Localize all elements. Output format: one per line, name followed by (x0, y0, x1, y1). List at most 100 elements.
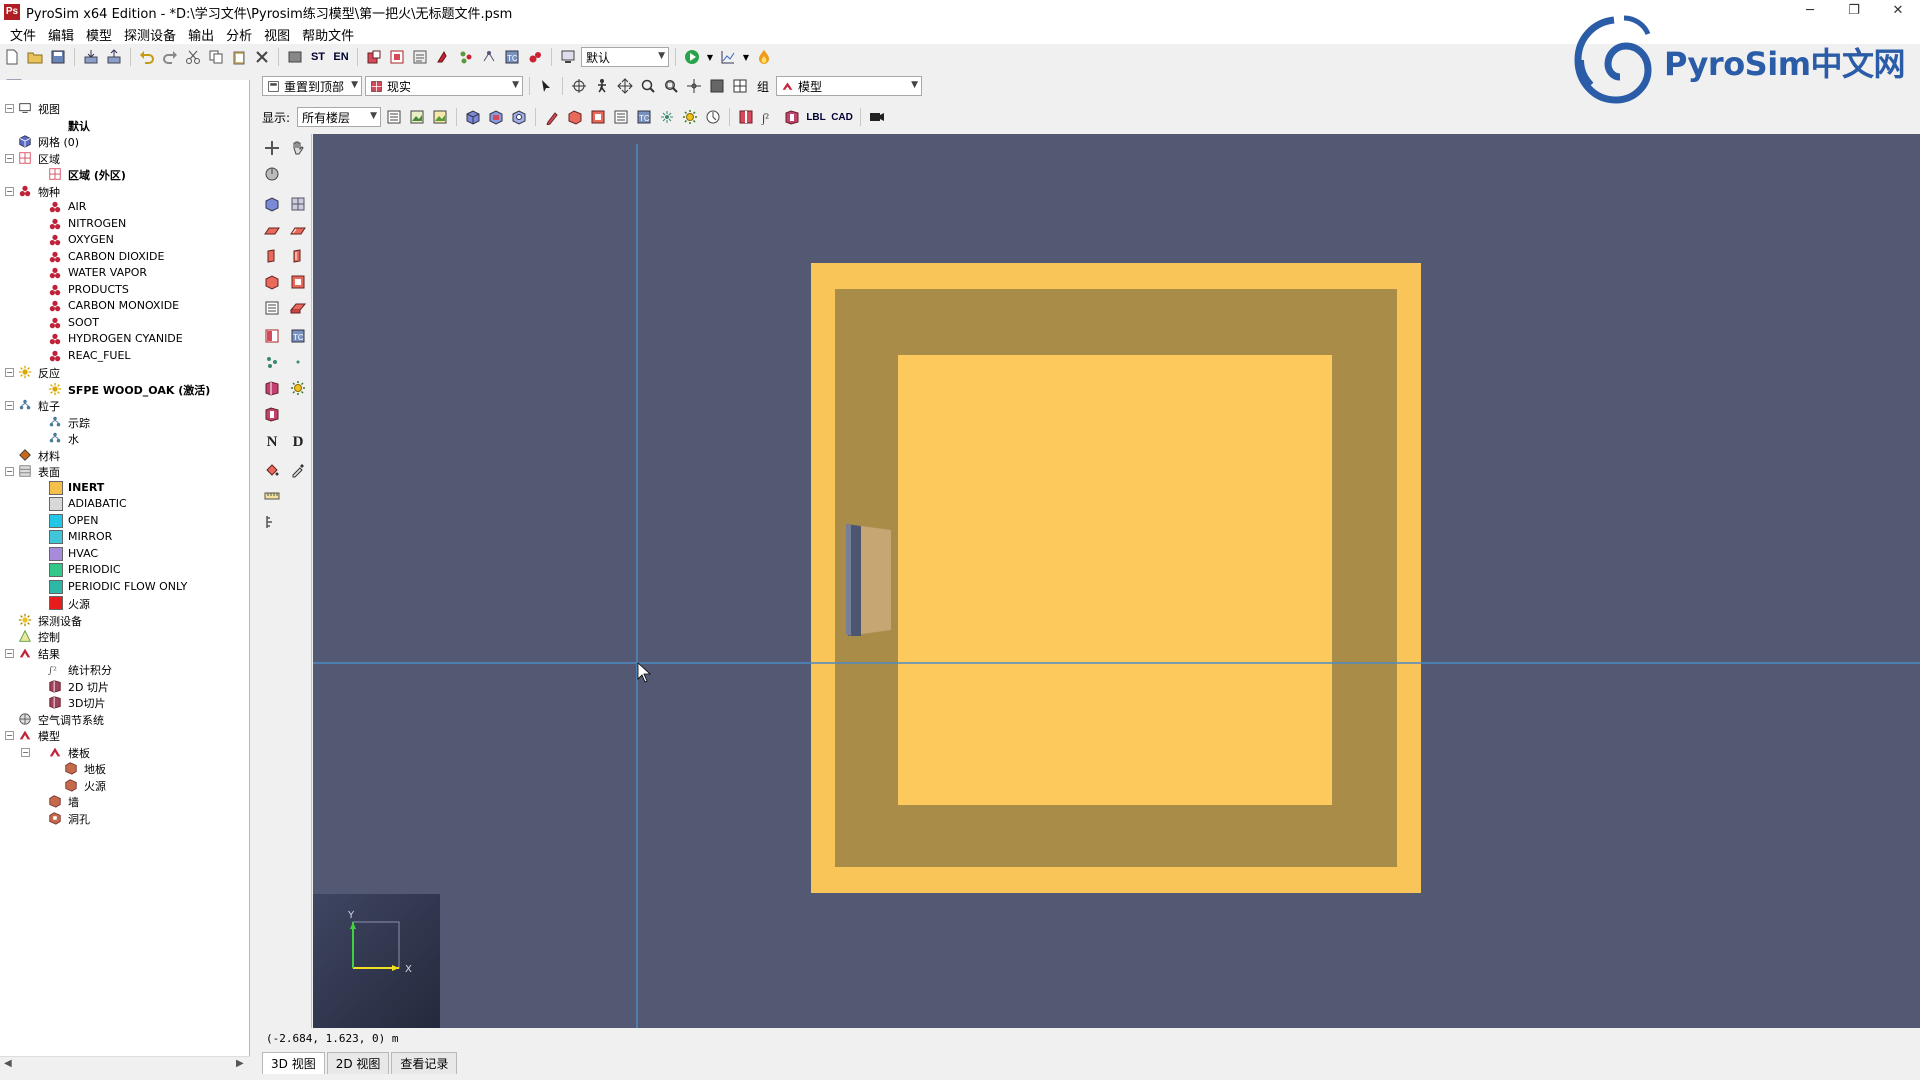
undo-button[interactable] (137, 47, 157, 67)
tool-slab[interactable] (262, 220, 282, 240)
tool-block[interactable] (262, 272, 282, 292)
tool-slab-rect[interactable] (288, 220, 308, 240)
tool-roof[interactable] (288, 298, 308, 318)
show-labels-button[interactable]: LBL (805, 107, 827, 127)
open-file-button[interactable] (25, 47, 45, 67)
tool-rotate[interactable] (262, 164, 282, 184)
fire-room-floor[interactable] (898, 355, 1332, 805)
edit-materials-button[interactable] (410, 47, 430, 67)
collapse-toggle-icon[interactable]: − (5, 104, 14, 113)
tool-particles[interactable] (262, 352, 282, 372)
record-view-button[interactable] (867, 107, 887, 127)
floor-list-button[interactable] (384, 107, 404, 127)
st-button[interactable]: ST (308, 47, 328, 67)
collapse-toggle-icon[interactable]: − (5, 731, 14, 740)
tree-horizontal-scrollbar[interactable]: ◀ ▶ (0, 1056, 250, 1072)
tool-wall[interactable] (262, 246, 282, 266)
tool-vent[interactable] (262, 326, 282, 346)
collapse-toggle-icon[interactable]: − (5, 648, 14, 658)
tree-item[interactable]: 空气调节系统 (0, 711, 250, 728)
tool-orbit[interactable] (262, 138, 282, 158)
3d-viewport[interactable]: X Y (313, 134, 1920, 1028)
tree-item[interactable]: NITROGEN (0, 216, 250, 233)
tool-slice[interactable] (262, 378, 282, 398)
menu-devices[interactable]: 探测设备 (118, 25, 182, 44)
tool-hole[interactable] (262, 298, 282, 318)
orbit-tool-button[interactable] (569, 76, 589, 96)
redo-button[interactable] (160, 47, 180, 67)
tree-item[interactable]: 火源 (0, 777, 250, 794)
show-particles-button[interactable] (657, 107, 677, 127)
run-simulation-button[interactable] (682, 47, 702, 67)
copy-button[interactable] (206, 47, 226, 67)
tree-item[interactable]: 水 (0, 430, 250, 447)
tool-heat-source[interactable] (288, 378, 308, 398)
model-canvas[interactable]: X Y (313, 134, 1920, 1028)
collapse-toggle-icon[interactable]: − (5, 368, 14, 377)
default-view-combo[interactable]: 默认 ▼ (581, 47, 669, 67)
menu-analysis[interactable]: 分析 (220, 25, 258, 44)
import-button[interactable] (81, 47, 101, 67)
run-dropdown-button[interactable]: ▼ (705, 47, 715, 67)
show-heat-sources-button[interactable] (680, 107, 700, 127)
show-hvac-button[interactable] (509, 107, 529, 127)
tree-item[interactable]: AIR (0, 199, 250, 216)
tree-item[interactable]: ADIABATIC (0, 496, 250, 513)
en-button[interactable]: EN (331, 47, 351, 67)
fill-toggle-button[interactable] (707, 76, 727, 96)
tool-slice-3d[interactable] (262, 404, 282, 424)
menu-edit[interactable]: 编辑 (42, 25, 80, 44)
tree-item[interactable]: 探测设备 (0, 612, 250, 629)
tree-item[interactable]: 区域 (外区) (0, 166, 250, 183)
tc-button[interactable]: TC (502, 47, 522, 67)
tab-view-log[interactable]: 查看记录 (391, 1052, 458, 1074)
scroll-left-icon[interactable]: ◀ (4, 1058, 12, 1069)
collapse-toggle-icon[interactable]: − (5, 153, 14, 163)
tree-item[interactable]: 洞孔 (0, 810, 250, 827)
collapse-toggle-icon[interactable]: − (5, 467, 14, 476)
tree-item[interactable]: − 粒子 (0, 397, 250, 414)
tree-item[interactable]: REAC_FUEL (0, 348, 250, 365)
roam-tool-button[interactable] (592, 76, 612, 96)
pan-tool-button[interactable] (615, 76, 635, 96)
tree-item[interactable]: − 物种 (0, 183, 250, 200)
show-cad-button[interactable]: CAD (830, 107, 854, 127)
tree-item[interactable]: 墙 (0, 793, 250, 810)
save-button[interactable] (48, 47, 68, 67)
zoom-tool-button[interactable] (638, 76, 658, 96)
show-thermocouples-button[interactable]: TC (634, 107, 654, 127)
menu-help[interactable]: 帮助文件 (296, 25, 360, 44)
tree-item[interactable]: − 模型 (0, 727, 250, 744)
tree-item[interactable]: 地板 (0, 760, 250, 777)
tab-2d-view[interactable]: 2D 视图 (326, 1052, 390, 1074)
tree-item[interactable]: − 结果 (0, 645, 250, 662)
show-holes-button[interactable] (588, 107, 608, 127)
tool-d[interactable]: D (288, 432, 308, 452)
tree-item[interactable]: CARBON DIOXIDE (0, 249, 250, 266)
tool-thermocouple[interactable]: TC (288, 326, 308, 346)
show-stats-button[interactable]: ∫² (759, 107, 779, 127)
show-meshes-button[interactable] (463, 107, 483, 127)
run-fds-button[interactable] (558, 47, 578, 67)
tool-wall-rect[interactable] (288, 246, 308, 266)
edit-meshes-button[interactable] (364, 47, 384, 67)
tab-3d-view[interactable]: 3D 视图 (262, 1052, 325, 1074)
tool-paint[interactable] (262, 460, 282, 480)
show-devices-button[interactable] (542, 107, 562, 127)
render-mode-combo[interactable]: 现实 ▼ (365, 76, 523, 96)
tree-item[interactable]: SOOT (0, 315, 250, 332)
paste-button[interactable] (229, 47, 249, 67)
reset-view-combo[interactable]: 重置到顶部 ▼ (262, 76, 362, 96)
results-dropdown-button[interactable]: ▼ (741, 47, 751, 67)
show-zones-button[interactable] (486, 107, 506, 127)
tree-item[interactable]: 默认 (0, 117, 250, 134)
tree-item[interactable]: − 楼板 (0, 744, 250, 761)
tool-measure[interactable] (262, 486, 282, 506)
smokeview-button[interactable] (754, 47, 774, 67)
floors-combo[interactable]: 所有楼层 ▼ (297, 107, 382, 127)
tree-item[interactable]: MIRROR (0, 529, 250, 546)
tool-point[interactable] (288, 352, 308, 372)
burner-obstruction[interactable] (846, 524, 891, 636)
tree-item[interactable]: HVAC (0, 546, 250, 563)
show-3d-slices-button[interactable] (782, 107, 802, 127)
